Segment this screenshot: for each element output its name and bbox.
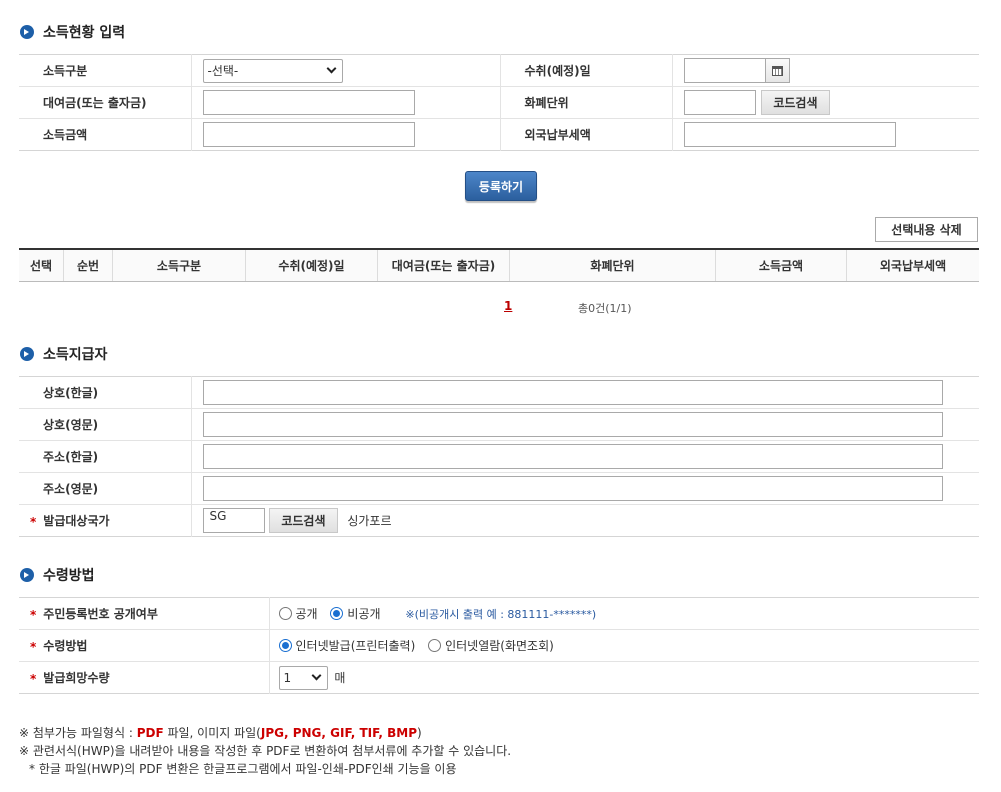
register-button[interactable]: 등록하기: [465, 171, 537, 201]
col-income-type: 소득구분: [113, 250, 246, 281]
arrow-circle-icon: [20, 568, 34, 582]
note-line-2: ※ 관련서식(HWP)을 내려받아 내용을 작성한 후 PDF로 변환하여 첨부…: [19, 744, 512, 758]
note-image-formats: JPG, PNG, GIF, TIF, BMP: [260, 726, 418, 740]
calendar-button[interactable]: [765, 58, 790, 83]
rrn-label-cell: * 주민등록번호 공개여부: [19, 597, 270, 630]
chevron-down-icon: [326, 63, 336, 74]
income-section-title: 소득현황 입력: [20, 22, 125, 42]
notes: ※ 첨부가능 파일형식 : PDF 파일, 이미지 파일(JPG, PNG, G…: [19, 724, 511, 778]
rrn-disclosure-label: 주민등록번호 공개여부: [43, 607, 158, 621]
quantity-unit: 매: [334, 671, 346, 685]
page-link-1[interactable]: 1: [504, 299, 512, 313]
currency-label: 화폐단위: [500, 86, 673, 119]
note-line-1-prefix: ※ 첨부가능 파일형식 :: [19, 726, 137, 740]
income-type-label: 소득구분: [19, 54, 192, 87]
col-foreign-tax: 외국납부세액: [879, 259, 947, 273]
currency-input[interactable]: [683, 90, 756, 115]
country-label: 발급대상국가: [43, 514, 110, 528]
payer-section-title-text: 소득지급자: [43, 347, 108, 363]
method-print-label: 인터넷발급(프린터출력): [295, 639, 416, 653]
name-kr-input[interactable]: [202, 380, 943, 405]
method-print-radio[interactable]: [278, 639, 292, 652]
note-line-1-mid: 파일, 이미지 파일(: [163, 726, 261, 740]
note-line-3: * 한글 파일(HWP)의 PDF 변환은 한글프로그램에서 파일-인쇄-PDF…: [29, 762, 457, 776]
receive-section-title-text: 수령방법: [43, 568, 95, 584]
addr-en-input[interactable]: [202, 476, 943, 501]
required-mark: *: [30, 515, 37, 529]
loan-amount-label: 대여금(또는 출자금): [19, 86, 192, 119]
col-loan-amount: 대여금(또는 출자금): [378, 250, 510, 281]
method-view-radio[interactable]: [428, 639, 442, 652]
col-select: 선택: [19, 250, 64, 281]
country-label-cell: * 발급대상국가: [19, 504, 192, 537]
arrow-circle-icon: [20, 25, 34, 39]
income-list-header: 선택 순번 소득구분 수취(예정)일 대여금(또는 출자금) 화폐단위 소득금액…: [19, 248, 979, 282]
required-mark: *: [30, 672, 37, 686]
rrn-public-radio[interactable]: [278, 607, 292, 620]
receipt-date-input[interactable]: [683, 58, 766, 83]
income-type-select-value: -선택-: [207, 64, 239, 78]
name-en-label: 상호(영문): [19, 408, 192, 441]
addr-kr-input[interactable]: [202, 444, 943, 469]
income-section-title-text: 소득현황 입력: [43, 25, 126, 41]
note-line-1-suffix: ): [417, 726, 422, 740]
receive-form: * 주민등록번호 공개여부 공개 비공개 ※(비공개시 출력 예 : 881111…: [19, 597, 979, 694]
note-pdf: PDF: [136, 726, 164, 740]
country-name: 싱가포르: [347, 514, 392, 528]
quantity-select[interactable]: 1: [278, 665, 328, 690]
rrn-note: ※(비공개시 출력 예 : 881111-*******): [405, 607, 597, 621]
method-view-label: 인터넷열람(화면조회): [445, 639, 554, 653]
required-mark: *: [30, 608, 37, 622]
country-code-input[interactable]: SG: [202, 508, 265, 533]
quantity-label-cell: * 발급희망수량: [19, 661, 270, 694]
income-amount-input[interactable]: [202, 122, 415, 147]
payer-section-title: 소득지급자: [20, 344, 107, 364]
addr-kr-label: 주소(한글): [19, 440, 192, 473]
col-income-amount: 소득금액: [716, 250, 847, 281]
name-kr-label: 상호(한글): [19, 376, 192, 409]
chevron-down-icon: [311, 670, 321, 681]
foreign-tax-label: 외국납부세액: [500, 118, 673, 151]
receipt-date-label: 수취(예정)일: [500, 54, 673, 87]
delete-selected-button[interactable]: 선택내용 삭제: [875, 217, 978, 242]
col-receipt-date: 수취(예정)일: [246, 250, 378, 281]
required-mark: *: [30, 640, 37, 654]
note-line-1: ※ 첨부가능 파일형식 : PDF 파일, 이미지 파일(JPG, PNG, G…: [19, 724, 511, 742]
quantity-label: 발급희망수량: [43, 671, 110, 685]
rrn-public-label: 공개: [295, 607, 318, 621]
quantity-select-value: 1: [283, 670, 292, 685]
method-label-cell: * 수령방법: [19, 629, 270, 662]
addr-en-label: 주소(영문): [19, 472, 192, 505]
calendar-icon: [771, 65, 783, 76]
col-seq: 순번: [64, 250, 113, 281]
loan-amount-input[interactable]: [202, 90, 415, 115]
col-currency: 화폐단위: [510, 250, 716, 281]
arrow-circle-icon: [20, 347, 34, 361]
payer-form: 상호(한글) 상호(영문) 주소(한글) 주소(영문) * 발급대상국가 SG 코…: [19, 376, 979, 537]
list-total-count: 총0건(1/1): [578, 302, 632, 315]
currency-code-search-button[interactable]: 코드검색: [761, 90, 830, 115]
income-form: 소득구분 -선택- 수취(예정)일 대여금(또는 출자금) 화폐단위 코드검색 …: [19, 54, 979, 151]
foreign-tax-input[interactable]: [683, 122, 896, 147]
receive-section-title: 수령방법: [20, 565, 95, 585]
income-amount-label: 소득금액: [19, 118, 192, 151]
rrn-private-label: 비공개: [347, 607, 381, 621]
name-en-input[interactable]: [202, 412, 943, 437]
method-label: 수령방법: [43, 639, 88, 653]
country-code-search-button[interactable]: 코드검색: [269, 508, 338, 533]
rrn-private-radio[interactable]: [330, 607, 344, 620]
income-type-select[interactable]: -선택-: [202, 58, 343, 83]
